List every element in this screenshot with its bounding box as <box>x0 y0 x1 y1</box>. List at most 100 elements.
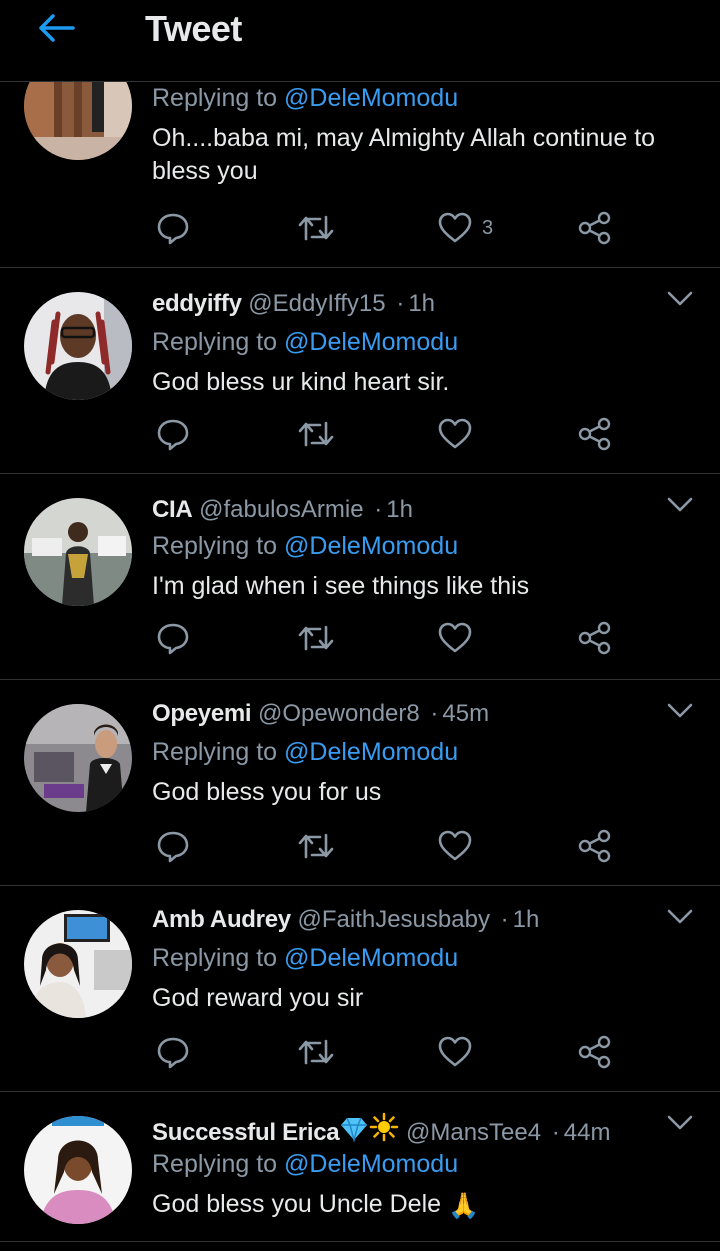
chevron-down-icon[interactable] <box>665 698 695 722</box>
mention-link[interactable]: @DeleMomodu <box>284 532 458 560</box>
retweet-button[interactable] <box>298 826 334 866</box>
tweet-item[interactable]: Successful Erica @MansTee4 · 44m Replying… <box>0 1092 720 1242</box>
replying-to-line: Replying to @DeleMomodu <box>152 328 459 356</box>
share-button[interactable] <box>578 1032 612 1072</box>
top-bar: Tweet <box>0 0 720 82</box>
display-name[interactable]: CIA <box>152 496 193 523</box>
retweet-icon <box>298 833 334 859</box>
like-button[interactable] <box>438 618 472 658</box>
mention-link[interactable]: @DeleMomodu <box>284 84 458 112</box>
tweet-text: Oh....baba mi, may Almighty Allah contin… <box>152 124 656 185</box>
tweet-item[interactable]: Amb Audrey @FaithJesusbaby · 1h Replying … <box>0 886 720 1092</box>
display-name[interactable]: Successful Erica <box>152 1119 340 1146</box>
like-button[interactable] <box>438 826 472 866</box>
share-button[interactable] <box>578 414 612 454</box>
reply-icon <box>157 831 189 863</box>
like-button[interactable] <box>438 414 472 454</box>
retweet-icon <box>298 1039 334 1065</box>
action-bar <box>0 618 720 658</box>
like-count: 3 <box>482 216 494 239</box>
tweet-header: Amb Audrey @FaithJesusbaby · 1h <box>152 906 539 934</box>
retweet-icon <box>298 215 334 241</box>
chevron-down-icon[interactable] <box>665 904 695 928</box>
reply-button[interactable] <box>156 618 190 658</box>
like-button[interactable]: 3 <box>438 208 493 248</box>
chevron-down-icon[interactable] <box>665 286 695 310</box>
tweet-text: I'm glad when i see things like this <box>152 572 530 600</box>
time-separator: · <box>430 700 439 727</box>
avatar[interactable] <box>24 292 132 400</box>
tweet-header: Successful Erica @MansTee4 · 44m <box>152 1112 610 1147</box>
action-bar <box>0 1032 720 1072</box>
share-button[interactable] <box>578 208 612 248</box>
handle[interactable]: @fabulosArmie <box>199 496 363 523</box>
chevron-down-icon[interactable] <box>665 1110 695 1134</box>
replying-to-line: Replying to @DeleMomodu <box>152 532 459 560</box>
sun-emoji-icon <box>370 1112 399 1142</box>
action-bar <box>0 414 720 454</box>
tweet-header: CIA @fabulosArmie · 1h <box>152 496 413 524</box>
mention-link[interactable]: @DeleMomodu <box>284 328 458 356</box>
reply-button[interactable] <box>156 826 190 866</box>
tweet-item[interactable]: Replying to @DeleMomodu Oh....baba mi, m… <box>0 52 720 268</box>
share-icon <box>578 1035 611 1069</box>
handle[interactable]: @EddyIffy15 <box>248 290 385 317</box>
reply-feed: Replying to @DeleMomodu Oh....baba mi, m… <box>0 52 720 1242</box>
time-separator: · <box>374 496 383 523</box>
page-title: Tweet <box>145 8 242 49</box>
avatar[interactable] <box>24 1116 132 1224</box>
retweet-icon <box>298 421 334 447</box>
arrow-left-icon <box>39 14 75 42</box>
share-icon <box>578 829 611 863</box>
time-separator: · <box>551 1119 560 1146</box>
replying-to-line: Replying to @DeleMomodu <box>152 1150 459 1178</box>
reply-icon <box>157 1037 189 1069</box>
display-name[interactable]: Amb Audrey <box>152 906 291 933</box>
handle[interactable]: @Opewonder8 <box>258 700 420 727</box>
handle[interactable]: @MansTee4 <box>406 1119 541 1146</box>
retweet-button[interactable] <box>298 618 334 658</box>
tweet-header: Opeyemi @Opewonder8 · 45m <box>152 700 489 728</box>
back-button[interactable] <box>34 10 78 46</box>
handle[interactable]: @FaithJesusbaby <box>297 906 489 933</box>
tweet-header: eddyiffy @EddyIffy15 · 1h <box>152 290 435 318</box>
like-icon <box>438 622 472 653</box>
tweet-item[interactable]: Opeyemi @Opewonder8 · 45m Replying to @De… <box>0 680 720 886</box>
retweet-button[interactable] <box>298 1032 334 1072</box>
like-button[interactable] <box>438 1032 472 1072</box>
reply-button[interactable] <box>156 208 190 248</box>
tweet-item[interactable]: eddyiffy @EddyIffy15 · 1h Replying to @De… <box>0 268 720 474</box>
praying-hands-emoji: 🙏 <box>448 1192 480 1220</box>
avatar[interactable] <box>24 704 132 812</box>
tweet-text: God bless you for us <box>152 778 382 806</box>
mention-link[interactable]: @DeleMomodu <box>284 944 458 972</box>
avatar[interactable] <box>24 498 132 606</box>
reply-button[interactable] <box>156 1032 190 1072</box>
reply-button[interactable] <box>156 414 190 454</box>
time-separator: · <box>396 290 405 317</box>
avatar[interactable] <box>24 910 132 1018</box>
like-icon <box>438 212 472 243</box>
timestamp: 1h <box>512 906 540 933</box>
tweet-item[interactable]: CIA @fabulosArmie · 1h Replying to @DeleM… <box>0 474 720 680</box>
diamond-emoji-icon <box>341 1117 368 1142</box>
mention-link[interactable]: @DeleMomodu <box>284 738 458 766</box>
time-separator: · <box>500 906 509 933</box>
share-button[interactable] <box>578 618 612 658</box>
retweet-button[interactable] <box>298 414 334 454</box>
retweet-icon <box>298 625 334 651</box>
action-bar: 3 <box>0 208 720 248</box>
display-name[interactable]: Opeyemi <box>152 700 252 727</box>
display-name[interactable]: eddyiffy <box>152 290 242 317</box>
timestamp: 44m <box>563 1119 611 1146</box>
tweet-text: God bless you Uncle Dele 🙏 <box>152 1188 692 1223</box>
replying-to-line: Replying to @DeleMomodu <box>152 944 459 972</box>
reply-icon <box>157 213 189 245</box>
share-button[interactable] <box>578 826 612 866</box>
chevron-down-icon[interactable] <box>665 492 695 516</box>
share-icon <box>578 211 611 245</box>
replying-to-line: Replying to @DeleMomodu <box>152 738 459 766</box>
timestamp: 45m <box>442 700 490 727</box>
mention-link[interactable]: @DeleMomodu <box>284 1150 458 1178</box>
retweet-button[interactable] <box>298 208 334 248</box>
